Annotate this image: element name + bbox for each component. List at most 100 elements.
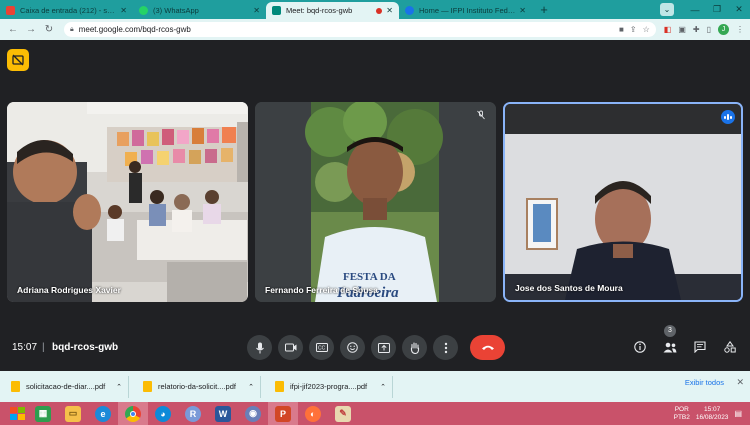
puzzle-icon[interactable]: ✚ [693,25,700,34]
windows-taskbar: ▦ ▭ e ◕ R W ◉ P ◐ ✎ [0,402,750,425]
present-icon [377,342,390,353]
recording-icon [376,7,383,14]
meeting-details-button[interactable] [630,337,650,357]
minimize-button[interactable]: — [684,5,706,15]
camera-icon[interactable]: ■ [619,25,624,34]
present-screen-button[interactable] [371,335,396,360]
tab-search-button[interactable]: ⌄ [660,3,674,16]
reactions-button[interactable] [340,335,365,360]
paint-icon: ✎ [335,405,351,422]
tab-meet[interactable]: Meet: bqd-rcos-gwb ✕ [266,2,399,19]
chat-icon [694,341,706,353]
classroom-video [7,102,248,302]
folder-icon: ▭ [65,405,81,422]
whatsapp-icon [139,6,148,15]
camera-button[interactable] [278,335,303,360]
profile-avatar[interactable]: J [718,24,729,35]
windows-start-button[interactable] [6,406,28,421]
activities-icon [724,341,736,353]
lock-icon[interactable]: 🔒︎ [70,26,74,34]
hand-icon [410,341,419,354]
download-item[interactable]: ifpi-jif2023-progra....pdf ⌃ [269,375,393,398]
tab-whatsapp[interactable]: (3) WhatsApp ✕ [133,2,266,19]
download-item[interactable]: relatorio-da-solicit....pdf ⌃ [137,375,261,398]
participant-tile-fernando[interactable]: FESTA DA Padroeira Fernando Ferreira de … [255,102,496,302]
edge-icon: ◕ [155,405,171,422]
host-controls-icon[interactable] [7,49,29,71]
extension-icon[interactable]: ▣ [678,25,686,34]
address-bar[interactable]: 🔒︎ meet.google.com/bqd-rcos-gwb ■ ⇪ ☆ [64,22,656,37]
taskbar-app[interactable]: ✎ [328,402,358,425]
raise-hand-button[interactable] [402,335,427,360]
download-filename: relatorio-da-solicit....pdf [158,382,236,391]
input-language[interactable]: POR PTB2 [674,406,690,422]
taskbar-app[interactable]: ◕ [148,402,178,425]
download-filename: ifpi-jif2023-progra....pdf [290,382,368,391]
navigation-bar: ← → ↻ 🔒︎ meet.google.com/bqd-rcos-gwb ■ … [0,19,750,40]
chevron-up-icon[interactable]: ⌃ [116,383,122,391]
pdf-file-icon [11,381,20,392]
system-tray: POR PTB2 15:07 16/08/2023 ▤ [674,402,742,425]
url-text[interactable]: meet.google.com/bqd-rcos-gwb [79,25,619,34]
bookmark-star-icon[interactable]: ☆ [643,25,650,34]
new-tab-button[interactable]: + [536,2,552,18]
jose-video [505,104,741,300]
taskbar-app[interactable]: ▦ [28,402,58,425]
reload-button[interactable]: ↻ [42,24,56,35]
back-button[interactable]: ← [6,24,20,35]
taskbar-app[interactable]: ▭ [58,402,88,425]
download-item[interactable]: solicitacao-de-diar....pdf ⌃ [5,375,129,398]
menu-icon[interactable]: ⋮ [736,25,744,34]
meeting-code: bqd-rcos-gwb [52,342,119,353]
extension-icon[interactable]: ◧ [664,25,672,34]
tab-gmail[interactable]: Caixa de entrada (212) - santos.moura...… [0,2,133,19]
taskbar-app[interactable]: ◉ [238,402,268,425]
pdf-file-icon [275,381,284,392]
captions-button[interactable]: CC [309,335,334,360]
chevron-up-icon[interactable]: ⌃ [248,383,254,391]
taskbar-app[interactable]: e [88,402,118,425]
participant-tile-jose[interactable]: Jose dos Santos de Moura [503,102,743,302]
tab-ifpi[interactable]: Home — IFPI Instituto Federal de Edu... … [399,2,532,19]
participant-tile-adriana[interactable]: Adriana Rodrigues Xavier [7,102,248,302]
taskbar-app[interactable]: ◐ [298,402,328,425]
chat-button[interactable] [690,337,710,357]
close-icon[interactable]: ✕ [120,6,127,15]
fernando-video: FESTA DA Padroeira [255,102,496,302]
activities-button[interactable] [720,337,740,357]
tab-label: Home — IFPI Instituto Federal de Edu... [419,6,515,15]
system-clock[interactable]: 15:07 16/08/2023 [696,406,729,422]
close-icon[interactable]: ✕ [736,377,744,388]
camera-icon [284,343,296,352]
more-options-button[interactable] [433,335,458,360]
meet-stage: Adriana Rodrigues Xavier FESTA DA Padroe… [0,40,750,371]
taskbar-app[interactable] [118,402,148,425]
participant-name: Fernando Ferreira de Sousa [265,285,378,295]
chevron-up-icon[interactable]: ⌃ [380,383,386,391]
forward-button[interactable]: → [24,24,38,35]
taskbar-app[interactable]: P [268,402,298,425]
leave-call-button[interactable] [470,335,505,360]
maximize-button[interactable]: ❐ [706,4,728,15]
microphone-button[interactable] [247,335,272,360]
gmail-icon [6,6,15,15]
participant-name: Jose dos Santos de Moura [515,283,623,293]
taskbar-app[interactable]: R [178,402,208,425]
close-icon[interactable]: ✕ [386,6,393,15]
svg-text:FESTA DA: FESTA DA [343,271,396,283]
firefox-icon: ◐ [305,405,321,422]
close-window-button[interactable]: ✕ [728,4,750,15]
people-button[interactable]: 3 [660,325,680,357]
share-icon[interactable]: ⇪ [630,25,637,34]
close-icon[interactable]: ✕ [519,6,526,15]
store-icon: ▦ [35,405,51,422]
meet-icon [272,6,281,15]
chrome-icon [125,405,141,422]
close-icon[interactable]: ✕ [253,6,260,15]
download-filename: solicitacao-de-diar....pdf [26,382,106,391]
taskbar-app[interactable]: W [208,402,238,425]
show-all-downloads-link[interactable]: Exibir todos [685,378,724,387]
sidepanel-icon[interactable]: ▯ [707,25,711,34]
notifications-icon[interactable]: ▤ [734,409,742,418]
participant-name: Adriana Rodrigues Xavier [17,285,121,295]
